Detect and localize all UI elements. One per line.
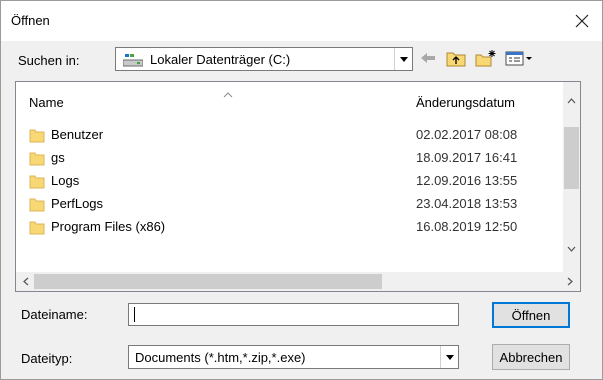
open-file-dialog: Öffnen Suchen in: Lokaler Datenträger (C… [0,0,603,380]
folder-icon [29,173,45,189]
filename-label: Dateiname: [21,307,88,322]
scroll-right-icon[interactable] [561,273,578,290]
list-item[interactable]: Benutzer 02.02.2017 08:08 [16,124,564,147]
sort-ascending-icon [223,86,233,101]
scroll-up-icon[interactable] [563,92,580,109]
up-folder-icon[interactable] [444,47,468,69]
list-item[interactable]: PerfLogs 23.04.2018 13:53 [16,193,564,216]
filetype-label: Dateityp: [21,351,73,366]
chevron-down-icon[interactable] [394,48,412,70]
file-name: Logs [51,173,80,188]
folder-icon [29,219,45,235]
file-name: PerfLogs [51,196,104,211]
file-name: Program Files (x86) [51,219,166,234]
close-icon[interactable] [568,7,596,35]
vertical-scrollbar[interactable] [563,82,580,273]
horizontal-scroll-thumb[interactable] [34,274,382,289]
list-item[interactable]: Logs 12.09.2016 13:55 [16,170,564,193]
open-button[interactable]: Öffnen [492,302,570,328]
file-date: 16.08.2019 12:50 [416,219,518,234]
file-name: gs [51,150,65,165]
back-arrow-icon[interactable] [417,47,439,69]
list-item[interactable]: gs 18.09.2017 16:41 [16,147,564,170]
window-title: Öffnen [11,13,50,28]
drive-icon [122,53,144,70]
text-caret [134,307,135,322]
chevron-down-icon[interactable] [440,346,458,368]
new-folder-icon[interactable] [473,47,499,69]
column-header-date[interactable]: Änderungsdatum [416,95,515,110]
look-in-value: Lokaler Datenträger (C:) [150,52,291,67]
column-header-name[interactable]: Name [29,95,64,110]
filename-input[interactable] [128,303,459,326]
look-in-combobox[interactable]: Lokaler Datenträger (C:) [115,47,413,71]
vertical-scroll-thumb[interactable] [564,127,579,189]
scroll-down-icon[interactable] [563,240,580,257]
horizontal-scrollbar[interactable] [16,272,580,291]
filetype-value: Documents (*.htm,*.zip,*.exe) [135,350,306,365]
folder-icon [29,196,45,212]
folder-icon [29,127,45,143]
look-in-label: Suchen in: [18,53,80,68]
list-header: Name Änderungsdatum [16,82,564,113]
scroll-left-icon[interactable] [17,273,34,290]
file-list[interactable]: Name Änderungsdatum Benutzer 02.02.2017 … [15,81,581,292]
cancel-button[interactable]: Abbrechen [492,344,570,370]
file-date: 02.02.2017 08:08 [416,127,518,142]
folder-icon [29,150,45,166]
file-date: 23.04.2018 13:53 [416,196,518,211]
view-menu-icon[interactable] [504,47,536,69]
file-date: 12.09.2016 13:55 [416,173,518,188]
file-name: Benutzer [51,127,104,142]
filetype-combobox[interactable]: Documents (*.htm,*.zip,*.exe) [128,345,459,369]
file-date: 18.09.2017 16:41 [416,150,518,165]
list-item[interactable]: Program Files (x86) 16.08.2019 12:50 [16,216,564,239]
title-bar: Öffnen [1,1,602,41]
